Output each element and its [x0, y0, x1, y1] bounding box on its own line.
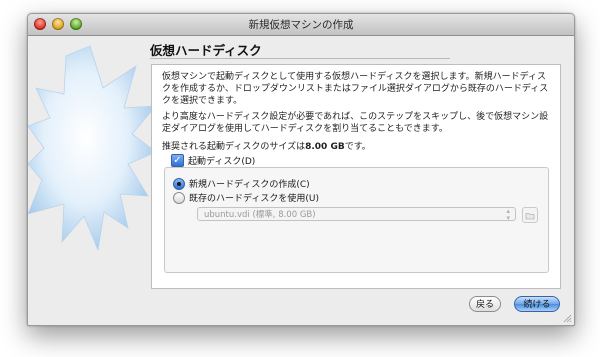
create-new-disk-label: 新規ハードディスクの作成(C) — [189, 180, 310, 190]
recommended-size-suffix: です。 — [344, 142, 371, 152]
create-new-disk-option[interactable]: 新規ハードディスクの作成(C) — [173, 177, 310, 190]
use-existing-disk-label: 既存のハードディスクを使用(U) — [189, 194, 319, 204]
back-button[interactable]: 戻る — [469, 296, 501, 312]
recommended-size-prefix: 推奨される起動ディスクのサイズは — [162, 142, 306, 152]
folder-icon — [525, 213, 535, 220]
resize-grip-icon[interactable] — [562, 313, 572, 323]
use-existing-disk-radio[interactable] — [173, 191, 185, 204]
page-title: 仮想ハードディスク — [150, 43, 262, 58]
choose-disk-file-button[interactable] — [522, 207, 538, 223]
boot-disk-option[interactable]: ✓ 起動ディスク(D) — [171, 154, 255, 167]
description-paragraph-2: より高度なハードディスク設定が必要であれば、このステップをスキップし、後で仮想マ… — [162, 112, 549, 134]
boot-disk-group: 新規ハードディスクの作成(C) 既存のハードディスクを使用(U) ubuntu.… — [164, 167, 549, 273]
select-arrows-icon: ▴ ▾ — [506, 208, 510, 222]
title-bar[interactable]: 新規仮想マシンの作成 — [28, 14, 574, 36]
boot-disk-label: 起動ディスク(D) — [188, 157, 256, 167]
select-down-arrow-icon: ▾ — [506, 214, 510, 222]
create-new-disk-radio[interactable] — [173, 177, 185, 190]
boot-disk-checkbox[interactable]: ✓ — [171, 154, 184, 167]
recommended-size-text: 推奨される起動ディスクのサイズは8.00 GBです。 — [162, 139, 371, 152]
existing-disk-select[interactable]: ubuntu.vdi (標準, 8.00 GB) ▴ ▾ — [197, 207, 516, 222]
wizard-window: 新規仮想マシンの作成 仮想ハードディスク 仮想マシンで起動ディスクとして使用する… — [27, 13, 575, 326]
recommended-size-value: 8.00 GB — [305, 142, 345, 152]
window-title: 新規仮想マシンの作成 — [248, 19, 354, 31]
starburst-decoration-icon — [28, 45, 157, 252]
use-existing-disk-option[interactable]: 既存のハードディスクを使用(U) — [173, 191, 319, 204]
content-panel: 仮想マシンで起動ディスクとして使用する仮想ハードディスクを選択します。新規ハード… — [151, 64, 561, 289]
description-paragraph-1: 仮想マシンで起動ディスクとして使用する仮想ハードディスクを選択します。新規ハード… — [162, 72, 549, 106]
continue-button[interactable]: 続ける — [514, 296, 560, 312]
existing-disk-value: ubuntu.vdi (標準, 8.00 GB) — [204, 210, 316, 220]
title-divider — [150, 58, 450, 59]
